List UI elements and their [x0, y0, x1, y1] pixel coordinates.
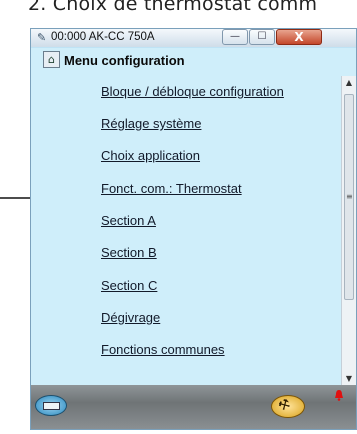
scroll-down-icon[interactable]: ▼ — [342, 372, 356, 386]
device-icon[interactable] — [35, 395, 67, 416]
scroll-up-icon[interactable]: ▲ — [342, 76, 356, 90]
menu-item-fonct-com-thermostat[interactable]: Fonct. com.: Thermostat — [101, 181, 242, 196]
home-button[interactable]: ⌂ — [43, 51, 60, 68]
wrench-icon: ⚒ — [276, 396, 294, 415]
wrench-icon: ✎ — [37, 31, 47, 44]
app-window: ✎ 00:000 AK-CC 750A — ☐ X ⌂ Menu configu… — [30, 28, 357, 430]
menu-item-degivrage[interactable]: Dégivrage — [101, 310, 160, 325]
menu-item-section-b[interactable]: Section B — [101, 245, 157, 260]
menu-header: ⌂ Menu configuration — [43, 51, 356, 71]
wrench-button[interactable]: ⚒ — [271, 395, 305, 418]
menu-item-section-c[interactable]: Section C — [101, 278, 157, 293]
close-button[interactable]: X — [276, 29, 322, 45]
menu-panel: ⌂ Menu configuration Bloque / débloque c… — [31, 48, 356, 386]
minimize-button[interactable]: — — [222, 29, 248, 45]
scroll-thumb[interactable]: ≡ — [344, 94, 354, 300]
menu-item-section-a[interactable]: Section A — [101, 213, 156, 228]
menu-item-choix-application[interactable]: Choix application — [101, 148, 200, 163]
vertical-scrollbar[interactable]: ▲ ≡ ▼ — [341, 76, 356, 386]
window-title: 00:000 AK-CC 750A — [51, 31, 155, 43]
alarm-bell-icon[interactable] — [333, 389, 345, 401]
page-caption: 2. Choix de thermostat comm — [28, 0, 318, 15]
menu-item-fonctions-communes[interactable]: Fonctions communes — [101, 342, 225, 357]
menu-item-bloque-configuration[interactable]: Bloque / débloque configuration — [101, 84, 284, 99]
grip-icon: ≡ — [346, 192, 353, 201]
maximize-button[interactable]: ☐ — [249, 29, 275, 45]
title-bar[interactable]: ✎ 00:000 AK-CC 750A — ☐ X — [31, 29, 356, 47]
menu-item-reglage-systeme[interactable]: Réglage système — [101, 116, 201, 131]
bottom-toolbar: ⚒ — [31, 385, 356, 429]
home-icon: ⌂ — [48, 53, 55, 66]
device-slab — [43, 402, 60, 410]
menu-title: Menu configuration — [64, 53, 185, 68]
